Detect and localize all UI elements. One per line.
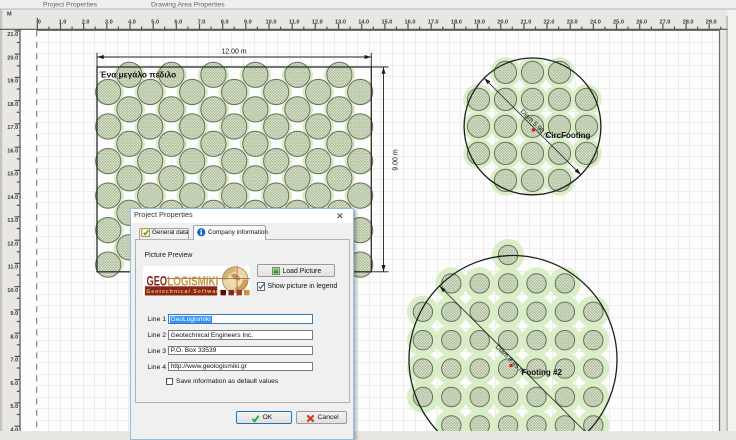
svg-text:25.0: 25.0 (613, 19, 624, 25)
svg-text:14.0: 14.0 (358, 19, 369, 25)
svg-text:12.0: 12.0 (7, 241, 18, 247)
svg-text:5.0: 5.0 (151, 19, 159, 25)
svg-text:M: M (7, 12, 12, 18)
svg-text:1.0: 1.0 (59, 19, 67, 25)
svg-text:18.0: 18.0 (451, 19, 462, 25)
svg-text:17.0: 17.0 (7, 125, 18, 131)
svg-text:9.00 m: 9.00 m (393, 149, 400, 171)
svg-text:0: 0 (38, 19, 41, 25)
svg-text:21.0: 21.0 (520, 19, 531, 25)
svg-text:16.0: 16.0 (405, 19, 416, 25)
svg-text:6.0: 6.0 (174, 19, 182, 25)
svg-text:27.0: 27.0 (659, 19, 670, 25)
svg-text:12.00 m: 12.00 m (221, 49, 246, 56)
svg-text:13.0: 13.0 (7, 218, 18, 224)
svg-text:20.0: 20.0 (7, 55, 18, 61)
svg-text:15.0: 15.0 (381, 19, 392, 25)
svg-text:24.0: 24.0 (590, 19, 601, 25)
svg-text:11.0: 11.0 (289, 19, 300, 25)
svg-text:9.0: 9.0 (244, 19, 252, 25)
svg-text:22.0: 22.0 (544, 19, 555, 25)
svg-text:26.0: 26.0 (636, 19, 647, 25)
svg-text:23.0: 23.0 (567, 19, 578, 25)
svg-text:10.0: 10.0 (266, 19, 277, 25)
svg-text:13.0: 13.0 (335, 19, 346, 25)
svg-text:CircFooting: CircFooting (546, 131, 591, 140)
svg-text:18.0: 18.0 (7, 102, 18, 108)
svg-text:Drawing Area Properties: Drawing Area Properties (151, 2, 225, 9)
svg-text:4.0: 4.0 (10, 427, 18, 431)
svg-text:21.0: 21.0 (7, 32, 18, 38)
svg-text:29.0: 29.0 (706, 19, 717, 25)
svg-text:3.0: 3.0 (105, 19, 113, 25)
svg-text:4.0: 4.0 (128, 19, 136, 25)
svg-text:7.0: 7.0 (10, 358, 18, 364)
svg-text:15.0: 15.0 (7, 172, 18, 178)
svg-text:17.0: 17.0 (428, 19, 439, 25)
svg-text:8.0: 8.0 (221, 19, 229, 25)
svg-text:6.0: 6.0 (10, 381, 18, 387)
svg-text:8.0: 8.0 (10, 334, 18, 340)
svg-text:7.0: 7.0 (198, 19, 206, 25)
svg-text:5.0: 5.0 (10, 404, 18, 410)
svg-text:2.0: 2.0 (82, 19, 90, 25)
svg-text:Ένα μεγάλο πέδιλο: Ένα μεγάλο πέδιλο (100, 70, 177, 80)
svg-text:Geotechnical Software: Geotechnical Software (146, 289, 223, 295)
svg-text:19.0: 19.0 (7, 79, 18, 85)
svg-text:14.0: 14.0 (7, 195, 18, 201)
svg-text:Project Properties: Project Properties (43, 2, 98, 9)
svg-text:20.0: 20.0 (497, 19, 508, 25)
svg-text:Footing #2: Footing #2 (522, 368, 563, 377)
svg-text:19.0: 19.0 (474, 19, 485, 25)
svg-text:12.0: 12.0 (312, 19, 323, 25)
svg-text:9.0: 9.0 (10, 311, 18, 317)
svg-text:11.0: 11.0 (8, 265, 19, 271)
svg-text:28.0: 28.0 (683, 19, 694, 25)
svg-text:16.0: 16.0 (7, 148, 18, 154)
svg-text:10.0: 10.0 (7, 288, 18, 294)
